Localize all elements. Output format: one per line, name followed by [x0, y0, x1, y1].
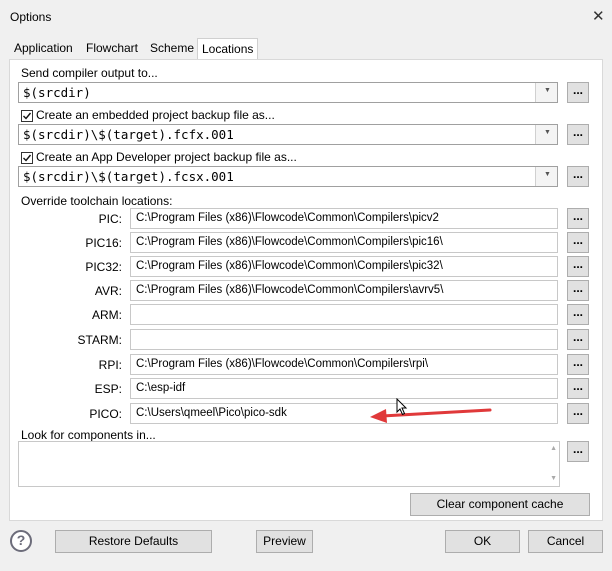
components-label: Look for components in...	[21, 428, 156, 442]
chevron-down-icon[interactable]: ▼	[535, 167, 557, 186]
annotation-arrow	[370, 408, 492, 423]
ok-button[interactable]: OK	[445, 530, 520, 553]
toolchain-avr-browse-button[interactable]: ...	[567, 280, 589, 301]
chevron-down-icon[interactable]: ▼	[535, 83, 557, 102]
compiler-output-value: $(srcdir)	[23, 85, 91, 100]
toolchain-pic16-label: PIC16:	[85, 236, 122, 250]
components-list[interactable]: ▲ ▼	[18, 441, 560, 487]
tab-flowchart[interactable]: Flowchart	[82, 39, 142, 59]
scroll-up-icon[interactable]: ▲	[550, 445, 557, 452]
toolchain-pic-value: C:\Program Files (x86)\Flowcode\Common\C…	[136, 212, 439, 224]
help-icon[interactable]: ?	[10, 530, 32, 552]
checkmark-icon	[23, 154, 32, 162]
toolchain-pic16-browse-button[interactable]: ...	[567, 232, 589, 253]
tab-application[interactable]: Application	[10, 39, 77, 59]
toolchain-starm-label: STARM:	[77, 333, 122, 347]
appdev-backup-browse-button[interactable]: ...	[567, 166, 589, 187]
checkmark-icon	[23, 112, 32, 120]
toolchain-esp-value: C:\esp-idf	[136, 382, 186, 394]
toolchain-pic-label: PIC:	[98, 212, 122, 226]
appdev-backup-checkbox[interactable]	[21, 152, 33, 164]
toolchain-rpi-field[interactable]: C:\Program Files (x86)\Flowcode\Common\C…	[130, 354, 558, 375]
tab-scheme[interactable]: Scheme	[146, 39, 198, 59]
toolchain-arm-label: ARM:	[92, 308, 122, 322]
toolchain-pic32-label: PIC32:	[85, 260, 122, 274]
compiler-output-label: Send compiler output to...	[21, 66, 158, 80]
toolchain-pic16-field[interactable]: C:\Program Files (x86)\Flowcode\Common\C…	[130, 232, 558, 253]
toolchain-pico-browse-button[interactable]: ...	[567, 403, 589, 424]
toolchain-starm-browse-button[interactable]: ...	[567, 329, 589, 350]
appdev-backup-label: Create an App Developer project backup f…	[36, 150, 297, 164]
preview-button[interactable]: Preview	[256, 530, 313, 553]
embedded-backup-combo[interactable]: $(srcdir)\$(target).fcfx.001 ▼	[18, 124, 558, 145]
toolchain-esp-browse-button[interactable]: ...	[567, 378, 589, 399]
cancel-button[interactable]: Cancel	[528, 530, 603, 553]
embedded-backup-value: $(srcdir)\$(target).fcfx.001	[23, 127, 234, 142]
restore-defaults-button[interactable]: Restore Defaults	[55, 530, 212, 553]
toolchain-esp-label: ESP:	[94, 382, 122, 396]
toolchain-avr-field[interactable]: C:\Program Files (x86)\Flowcode\Common\C…	[130, 280, 558, 301]
toolchain-pic16-value: C:\Program Files (x86)\Flowcode\Common\C…	[136, 236, 443, 248]
mouse-cursor-icon	[396, 398, 408, 416]
toolchain-rpi-value: C:\Program Files (x86)\Flowcode\Common\C…	[136, 358, 429, 370]
toolchain-avr-value: C:\Program Files (x86)\Flowcode\Common\C…	[136, 284, 444, 296]
appdev-backup-combo[interactable]: $(srcdir)\$(target).fcsx.001 ▼	[18, 166, 558, 187]
toolchain-rpi-label: RPI:	[98, 358, 122, 372]
toolchain-pico-value: C:\Users\qmeel\Pico\pico-sdk	[136, 407, 287, 419]
toolchain-heading: Override toolchain locations:	[21, 194, 173, 208]
scroll-down-icon[interactable]: ▼	[550, 475, 557, 482]
compiler-output-browse-button[interactable]: ...	[567, 82, 589, 103]
close-icon[interactable]: ✕	[592, 7, 605, 25]
embedded-backup-label: Create an embedded project backup file a…	[36, 108, 275, 122]
toolchain-pico-label: PICO:	[89, 407, 122, 421]
toolchain-arm-field[interactable]	[130, 304, 558, 325]
window-title: Options	[10, 10, 52, 24]
chevron-down-icon[interactable]: ▼	[535, 125, 557, 144]
appdev-backup-value: $(srcdir)\$(target).fcsx.001	[23, 169, 234, 184]
toolchain-avr-label: AVR:	[94, 284, 122, 298]
embedded-backup-browse-button[interactable]: ...	[567, 124, 589, 145]
tab-locations[interactable]: Locations	[197, 38, 259, 60]
clear-component-cache-button[interactable]: Clear component cache	[410, 493, 590, 516]
components-browse-button[interactable]: ...	[567, 441, 589, 462]
toolchain-pic-browse-button[interactable]: ...	[567, 208, 589, 229]
toolchain-pic-field[interactable]: C:\Program Files (x86)\Flowcode\Common\C…	[130, 208, 558, 229]
embedded-backup-checkbox[interactable]	[21, 110, 33, 122]
toolchain-pic32-field[interactable]: C:\Program Files (x86)\Flowcode\Common\C…	[130, 256, 558, 277]
toolchain-pic32-browse-button[interactable]: ...	[567, 256, 589, 277]
toolchain-starm-field[interactable]	[130, 329, 558, 350]
compiler-output-combo[interactable]: $(srcdir) ▼	[18, 82, 558, 103]
toolchain-rpi-browse-button[interactable]: ...	[567, 354, 589, 375]
toolchain-arm-browse-button[interactable]: ...	[567, 304, 589, 325]
toolchain-pic32-value: C:\Program Files (x86)\Flowcode\Common\C…	[136, 260, 443, 272]
